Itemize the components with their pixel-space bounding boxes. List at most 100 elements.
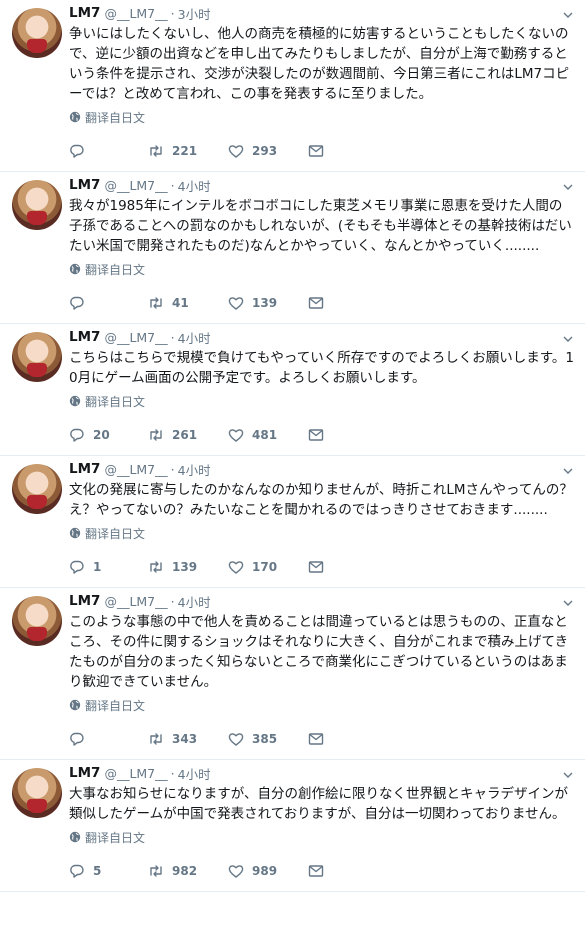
- user-handle[interactable]: @__LM7__: [104, 594, 167, 609]
- display-name[interactable]: LM7: [69, 329, 100, 345]
- retweet-icon: [150, 429, 162, 441]
- avatar[interactable]: [12, 596, 62, 646]
- retweet-button[interactable]: 343: [148, 731, 228, 747]
- direct-message-button[interactable]: [308, 427, 388, 443]
- retweet-icon: [150, 733, 162, 745]
- display-name[interactable]: LM7: [69, 593, 100, 609]
- tweet-feed: LM7 @__LM7__ · 3小时 争いにはしたくないし、他人の商売を積極的に…: [0, 0, 585, 892]
- timestamp[interactable]: 4小时: [178, 176, 211, 195]
- tweet[interactable]: LM7 @__LM7__ · 4小时 こちらはこちらで規模で負けてもやっていく所…: [0, 324, 585, 456]
- tweet-text: 大事なお知らせになりますが、自分の創作絵に限りなく世界観とキャラデザインが類似し…: [69, 786, 568, 822]
- tweet[interactable]: LM7 @__LM7__ · 4小时 このような事態の中で他人を責めることは間違…: [0, 588, 585, 760]
- translate-link[interactable]: 翻译自日文: [69, 693, 571, 717]
- tweet-header: LM7 @__LM7__ · 4小时: [69, 174, 571, 196]
- tweet[interactable]: LM7 @__LM7__ · 4小时 我々が1985年にインテルをボコボコにした…: [0, 172, 585, 324]
- like-button[interactable]: 139: [228, 295, 308, 311]
- tweet-actions: 1 139 170: [69, 547, 571, 587]
- display-name[interactable]: LM7: [69, 5, 100, 21]
- reply-button[interactable]: [69, 295, 148, 311]
- globe-icon: [69, 527, 81, 539]
- translate-link[interactable]: 翻译自日文: [69, 521, 571, 545]
- chevron-down-icon[interactable]: [563, 10, 573, 20]
- chevron-down-icon[interactable]: [563, 598, 573, 608]
- like-button[interactable]: 293: [228, 143, 308, 159]
- reply-count: 20: [93, 428, 110, 442]
- tweet[interactable]: LM7 @__LM7__ · 3小时 争いにはしたくないし、他人の商売を積極的に…: [0, 0, 585, 172]
- tweet[interactable]: LM7 @__LM7__ · 4小时 大事なお知らせになりますが、自分の創作絵に…: [0, 760, 585, 892]
- separator-dot: ·: [170, 593, 175, 609]
- user-handle[interactable]: @__LM7__: [104, 330, 167, 345]
- reply-button[interactable]: 5: [69, 863, 148, 879]
- timestamp[interactable]: 4小时: [178, 328, 211, 347]
- globe-icon: [69, 699, 81, 711]
- display-name[interactable]: LM7: [69, 461, 100, 477]
- retweet-button[interactable]: 221: [148, 143, 228, 159]
- translate-label[interactable]: 翻译自日文: [85, 525, 145, 542]
- direct-message-button[interactable]: [308, 559, 388, 575]
- display-name[interactable]: LM7: [69, 177, 100, 193]
- like-button[interactable]: 989: [228, 863, 308, 879]
- chevron-down-icon[interactable]: [563, 182, 573, 192]
- avatar[interactable]: [12, 180, 62, 230]
- avatar[interactable]: [12, 464, 62, 514]
- chevron-down-icon[interactable]: [563, 770, 573, 780]
- retweet-button[interactable]: 982: [148, 863, 228, 879]
- user-handle[interactable]: @__LM7__: [104, 462, 167, 477]
- retweet-button[interactable]: 261: [148, 427, 228, 443]
- translate-label[interactable]: 翻译自日文: [85, 697, 145, 714]
- direct-message-button[interactable]: [308, 143, 388, 159]
- user-handle[interactable]: @__LM7__: [104, 178, 167, 193]
- translate-link[interactable]: 翻译自日文: [69, 257, 571, 281]
- avatar[interactable]: [12, 332, 62, 382]
- user-handle[interactable]: @__LM7__: [104, 766, 167, 781]
- retweet-icon: [150, 145, 162, 157]
- retweet-button[interactable]: 41: [148, 295, 228, 311]
- timestamp[interactable]: 4小时: [178, 764, 211, 783]
- chevron-down-icon[interactable]: [563, 466, 573, 476]
- tweet-text: こちらはこちらで規模で負けてもやっていく所存ですのでよろしくお願いします。10月…: [69, 350, 574, 386]
- retweet-icon: [150, 297, 162, 309]
- envelope-icon: [308, 297, 324, 309]
- timestamp[interactable]: 3小时: [178, 4, 211, 23]
- display-name[interactable]: LM7: [69, 765, 100, 781]
- like-button[interactable]: 385: [228, 731, 308, 747]
- direct-message-button[interactable]: [308, 295, 388, 311]
- like-button[interactable]: 170: [228, 559, 308, 575]
- tweet-header: LM7 @__LM7__ · 4小时: [69, 458, 571, 480]
- avatar[interactable]: [12, 8, 62, 58]
- translate-link[interactable]: 翻译自日文: [69, 825, 571, 849]
- chevron-down-icon[interactable]: [563, 334, 573, 344]
- retweet-count: 261: [172, 428, 198, 442]
- avatar[interactable]: [12, 768, 62, 818]
- like-count: 385: [252, 732, 278, 746]
- separator-dot: ·: [170, 329, 175, 345]
- translate-label[interactable]: 翻译自日文: [85, 829, 145, 846]
- globe-icon: [69, 263, 81, 275]
- reply-button[interactable]: 20: [69, 427, 148, 443]
- translate-label[interactable]: 翻译自日文: [85, 261, 145, 278]
- envelope-icon: [308, 733, 324, 745]
- like-button[interactable]: 481: [228, 427, 308, 443]
- reply-button[interactable]: [69, 143, 148, 159]
- translate-link[interactable]: 翻译自日文: [69, 105, 571, 129]
- separator-dot: ·: [170, 5, 175, 21]
- translate-link[interactable]: 翻译自日文: [69, 389, 571, 413]
- reply-button[interactable]: [69, 731, 148, 747]
- timestamp[interactable]: 4小时: [178, 460, 211, 479]
- tweet-actions: 343 385: [69, 719, 571, 759]
- tweet[interactable]: LM7 @__LM7__ · 4小时 文化の発展に寄与したのかなんなのか知りませ…: [0, 456, 585, 588]
- translate-label[interactable]: 翻译自日文: [85, 393, 145, 410]
- like-count: 170: [252, 560, 278, 574]
- timestamp[interactable]: 4小时: [178, 592, 211, 611]
- tweet-text: 文化の発展に寄与したのかなんなのか知りませんが、時折これLMさんやってんの？え？…: [69, 482, 573, 518]
- retweet-count: 221: [172, 144, 198, 158]
- direct-message-button[interactable]: [308, 731, 388, 747]
- globe-icon: [69, 831, 81, 843]
- retweet-count: 343: [172, 732, 198, 746]
- user-handle[interactable]: @__LM7__: [104, 6, 167, 21]
- retweet-button[interactable]: 139: [148, 559, 228, 575]
- translate-label[interactable]: 翻译自日文: [85, 109, 145, 126]
- reply-button[interactable]: 1: [69, 559, 148, 575]
- like-count: 481: [252, 428, 278, 442]
- direct-message-button[interactable]: [308, 863, 388, 879]
